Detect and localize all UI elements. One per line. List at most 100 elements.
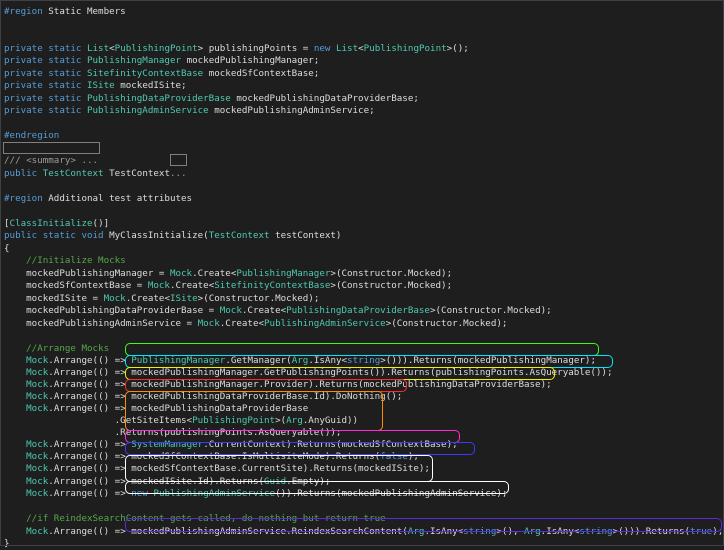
- code-token: .Arrange(() => mockedPublishingManager.G…: [48, 367, 613, 378]
- code-token: .Arrange(() => mockedPublishingDataProvi…: [48, 403, 309, 414]
- code-token: >();: [446, 43, 469, 54]
- code-token: mockedPublishingAdminService =: [4, 318, 198, 329]
- code-token: PublishingPoint: [363, 43, 447, 54]
- code-token: >(Constructor.Mocked);: [197, 293, 320, 304]
- code-line[interactable]: Mock.Arrange(() => mockedSfContextBase.I…: [4, 451, 419, 463]
- code-line[interactable]: //Initialize Mocks: [4, 255, 126, 267]
- code-token: >(Constructor.Mocked);: [385, 318, 508, 329]
- code-line[interactable]: private static SitefinityContextBase moc…: [4, 68, 319, 80]
- code-token: Mock: [26, 355, 49, 366]
- code-line[interactable]: Mock.Arrange(() => new PublishingAdminSe…: [4, 488, 507, 500]
- code-token: .Arrange(() =>: [48, 488, 132, 499]
- code-line[interactable]: mockedISite = Mock.Create<ISite>(Constru…: [4, 293, 319, 305]
- code-line[interactable]: //Arrange Mocks: [4, 343, 109, 355]
- code-line[interactable]: private static PublishingManager mockedP…: [4, 55, 319, 67]
- code-token: > publishingPoints =: [197, 43, 314, 54]
- code-line[interactable]: Mock.Arrange(() => mockedSfContextBase.C…: [4, 463, 430, 475]
- code-line[interactable]: Mock.Arrange(() => SystemManager.Current…: [4, 439, 458, 451]
- collapsed-summary-box[interactable]: [3, 142, 100, 154]
- code-token: ...: [169, 168, 187, 179]
- code-token: MyClassInitialize(: [109, 230, 209, 241]
- code-token: Mock: [26, 463, 49, 474]
- code-editor[interactable]: #region Static Members private static Lis…: [0, 0, 724, 549]
- code-line[interactable]: }: [4, 538, 10, 550]
- code-token: .Arrange(() => mockedPublishingAdminServ…: [48, 526, 408, 537]
- code-line[interactable]: #region Additional test attributes: [4, 193, 192, 205]
- code-line[interactable]: mockedPublishingAdminService = Mock.Crea…: [4, 318, 507, 330]
- code-token: new: [313, 43, 336, 54]
- code-line[interactable]: mockedPublishingManager = Mock.Create<Pu…: [4, 268, 452, 280]
- code-line[interactable]: Mock.Arrange(() => mockedPublishingDataP…: [4, 403, 308, 415]
- code-line[interactable]: {: [4, 243, 10, 255]
- code-line[interactable]: Mock.Arrange(() => mockedPublishingDataP…: [4, 391, 402, 403]
- code-line[interactable]: .Returns(publishingPoints.AsQueryable())…: [4, 427, 342, 439]
- code-token: mockedPublishingDataProviderBase;: [230, 93, 419, 104]
- code-line[interactable]: Mock.Arrange(() => mockedPublishingManag…: [4, 367, 612, 379]
- code-line[interactable]: private static PublishingDataProviderBas…: [4, 93, 419, 105]
- code-line[interactable]: Mock.Arrange(() => mockedPublishingManag…: [4, 379, 552, 391]
- code-line[interactable]: Mock.Arrange(() => mockedISite.Id).Retur…: [4, 476, 330, 488]
- code-token: Mock: [26, 526, 49, 537]
- code-token: .Arrange(() =>: [48, 439, 132, 450]
- code-token: PublishingAdminService: [264, 318, 386, 329]
- code-token: mockedSfContextBase;: [203, 68, 320, 79]
- code-token: //Arrange Mocks: [4, 343, 110, 354]
- code-line[interactable]: #region Static Members: [4, 6, 126, 18]
- code-token: >(Constructor.Mocked);: [330, 280, 453, 291]
- code-line[interactable]: public static void MyClassInitialize(Tes…: [4, 230, 341, 242]
- code-token: >())).Returns(mockedPublishingManager);: [380, 355, 596, 366]
- code-token: ()).Returns(mockedPublishingAdminService…: [275, 488, 508, 499]
- code-token: Arg: [407, 526, 425, 537]
- code-token: private static: [4, 43, 87, 54]
- code-line[interactable]: private static PublishingAdminService mo…: [4, 105, 375, 117]
- code-token: Mock: [26, 367, 49, 378]
- code-token: Mock: [147, 280, 170, 291]
- code-token: SitefinityContextBase: [86, 68, 204, 79]
- code-line[interactable]: [ClassInitialize()]: [4, 218, 109, 230]
- code-line[interactable]: mockedSfContextBase = Mock.Create<Sitefi…: [4, 280, 452, 292]
- code-token: Mock: [26, 379, 49, 390]
- code-line[interactable]: private static ISite mockedISite;: [4, 80, 187, 92]
- code-token: );: [712, 526, 724, 537]
- code-line[interactable]: public TestContext TestContext...: [4, 168, 187, 180]
- code-token: {: [4, 243, 10, 254]
- code-token: /// <summary> ...: [4, 155, 99, 166]
- code-token: .Create<: [241, 305, 287, 316]
- code-line[interactable]: Mock.Arrange(() => PublishingManager.Get…: [4, 355, 596, 367]
- code-token: .IsAny<: [424, 526, 464, 537]
- code-token: Mock: [103, 293, 126, 304]
- code-token: private static: [4, 105, 87, 116]
- code-token: Mock: [26, 403, 49, 414]
- code-token: TestContext: [42, 168, 104, 179]
- code-line[interactable]: /// <summary> ...: [4, 155, 98, 167]
- code-token: private static: [4, 55, 87, 66]
- code-token: .Empty);: [286, 476, 331, 487]
- code-token: >(: [275, 415, 287, 426]
- code-token: ClassInitialize: [9, 218, 93, 229]
- code-line[interactable]: //if ReindexSearchContent gets called, d…: [4, 513, 386, 525]
- code-token: Mock: [26, 488, 49, 499]
- code-line[interactable]: .GetSiteItems<PublishingPoint>(Arg.AnyGu…: [4, 415, 358, 427]
- code-line[interactable]: #endregion: [4, 130, 59, 142]
- code-token: Arg: [291, 355, 309, 366]
- code-token: Mock: [197, 318, 220, 329]
- code-token: PublishingManager: [236, 268, 331, 279]
- code-token: testContext): [269, 230, 342, 241]
- code-token: //Initialize Mocks: [4, 255, 126, 266]
- code-token: Mock: [26, 451, 49, 462]
- code-token: .IsAny<: [540, 526, 580, 537]
- code-token: PublishingAdminService: [86, 105, 209, 116]
- code-token: true: [690, 526, 713, 537]
- collapsed-property-box[interactable]: [170, 154, 187, 166]
- code-token: .Arrange(() =>: [48, 355, 132, 366]
- code-line[interactable]: private static List<PublishingPoint> pub…: [4, 43, 469, 55]
- code-token: ISite: [169, 293, 198, 304]
- code-token: Mock: [26, 439, 49, 450]
- code-token: >(Constructor.Mocked);: [429, 305, 552, 316]
- code-line[interactable]: mockedPublishingDataProviderBase = Mock.…: [4, 305, 552, 317]
- code-line[interactable]: Mock.Arrange(() => mockedPublishingAdmin…: [4, 526, 723, 538]
